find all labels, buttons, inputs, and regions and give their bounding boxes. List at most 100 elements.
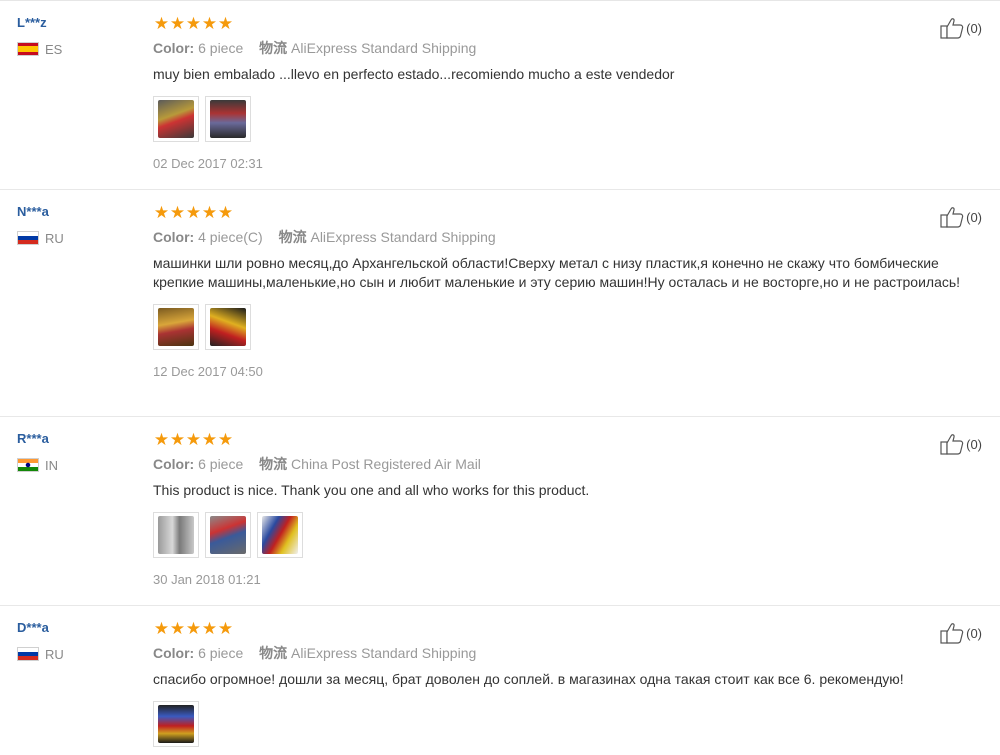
country-code: RU <box>45 646 64 662</box>
review-content: ★ ★ ★ ★ ★ Color: 6 piece 物流 China Post Regis… <box>153 431 983 588</box>
order-info: Color: 6 piece 物流 AliExpress Standard Sh… <box>153 645 983 661</box>
review-item: D***a RU ★ ★ ★ ★ ★ Color: 6 piece 物流 AliExpr… <box>0 606 1000 755</box>
star-icon: ★ <box>217 203 233 222</box>
shipping-label: 物流 <box>259 40 288 56</box>
flag-ru-icon <box>17 647 39 661</box>
star-icon: ★ <box>185 619 201 638</box>
star-icon: ★ <box>153 619 169 638</box>
review-content: ★ ★ ★ ★ ★ Color: 4 piece(C) 物流 AliExpress St… <box>153 204 983 380</box>
star-icon: ★ <box>169 619 185 638</box>
review-text: спасибо огромное! дошли за месяц, брат д… <box>153 671 904 687</box>
reviewer-name: N***a <box>17 204 49 219</box>
star-icon: ★ <box>185 14 201 33</box>
star-icon: ★ <box>153 14 169 33</box>
rating-stars: ★ ★ ★ ★ ★ <box>153 431 983 449</box>
color-label: Color: <box>153 229 195 245</box>
reviewer-info: N***a RU <box>17 204 64 246</box>
order-info: Color: 6 piece 物流 AliExpress Standard Sh… <box>153 40 983 56</box>
reviewer-country: IN <box>17 457 58 473</box>
useful-button[interactable]: (0) <box>940 622 982 644</box>
color-value: 4 piece(C) <box>198 229 263 245</box>
country-code: IN <box>45 457 58 473</box>
reviewer-country: RU <box>17 230 64 246</box>
review-list: L***z ES ★ ★ ★ ★ ★ Color: 6 piece 物流 AliExpr… <box>0 0 1000 755</box>
color-label: Color: <box>153 645 195 661</box>
flag-es-icon <box>17 42 39 56</box>
shipping-label: 物流 <box>278 229 307 245</box>
thumbs-up-icon <box>940 18 964 39</box>
review-date: 02 Dec 2017 02:31 <box>153 156 263 171</box>
review-photos <box>153 96 983 142</box>
color-label: Color: <box>153 456 195 472</box>
color-value: 6 piece <box>198 40 244 56</box>
useful-button[interactable]: (0) <box>940 17 982 39</box>
rating-stars: ★ ★ ★ ★ ★ <box>153 15 983 33</box>
review-photo-thumbnail[interactable] <box>153 512 199 558</box>
review-photo-thumbnail[interactable] <box>153 304 199 350</box>
review-content: ★ ★ ★ ★ ★ Color: 6 piece 物流 AliExpress Stand… <box>153 15 983 172</box>
useful-count: (0) <box>966 436 982 452</box>
review-text: машинки шли ровно месяц,до Архангельской… <box>153 255 961 290</box>
reviewer-country: RU <box>17 646 64 662</box>
review-photos <box>153 304 983 350</box>
useful-count: (0) <box>966 209 982 225</box>
color-label: Color: <box>153 40 195 56</box>
flag-in-icon <box>17 458 39 472</box>
reviewer-name: L***z <box>17 15 47 30</box>
reviewer-name: D***a <box>17 620 49 635</box>
star-icon: ★ <box>217 430 233 449</box>
reviewer-name: R***a <box>17 431 49 446</box>
country-code: ES <box>45 41 63 57</box>
rating-stars: ★ ★ ★ ★ ★ <box>153 620 983 638</box>
reviewer-country: ES <box>17 41 62 57</box>
star-icon: ★ <box>169 430 185 449</box>
review-item: N***a RU ★ ★ ★ ★ ★ Color: 4 piece(C) 物流 AliE… <box>0 190 1000 417</box>
useful-button[interactable]: (0) <box>940 206 982 228</box>
review-photos <box>153 512 983 558</box>
shipping-value: China Post Registered Air Mail <box>291 456 481 472</box>
review-item: R***a IN ★ ★ ★ ★ ★ Color: 6 piece 物流 China P… <box>0 417 1000 606</box>
color-value: 6 piece <box>198 456 244 472</box>
review-date: 30 Jan 2018 01:21 <box>153 572 261 587</box>
thumbs-up-icon <box>940 434 964 455</box>
shipping-label: 物流 <box>259 645 288 661</box>
country-code: RU <box>45 230 64 246</box>
review-photo-thumbnail[interactable] <box>205 304 251 350</box>
star-icon: ★ <box>217 14 233 33</box>
shipping-label: 物流 <box>259 456 288 472</box>
review-photos <box>153 701 983 747</box>
star-icon: ★ <box>201 203 217 222</box>
review-date: 12 Dec 2017 04:50 <box>153 364 263 379</box>
color-value: 6 piece <box>198 645 244 661</box>
review-photo-thumbnail[interactable] <box>205 96 251 142</box>
useful-count: (0) <box>966 20 982 36</box>
flag-ru-icon <box>17 231 39 245</box>
thumbs-up-icon <box>940 207 964 228</box>
review-photo-thumbnail[interactable] <box>153 701 199 747</box>
shipping-value: AliExpress Standard Shipping <box>291 40 477 56</box>
star-icon: ★ <box>201 14 217 33</box>
rating-stars: ★ ★ ★ ★ ★ <box>153 204 983 222</box>
shipping-value: AliExpress Standard Shipping <box>310 229 496 245</box>
useful-count: (0) <box>966 625 982 641</box>
order-info: Color: 6 piece 物流 China Post Registered … <box>153 456 983 472</box>
review-photo-thumbnail[interactable] <box>257 512 303 558</box>
star-icon: ★ <box>201 430 217 449</box>
order-info: Color: 4 piece(C) 物流 AliExpress Standard… <box>153 229 983 245</box>
star-icon: ★ <box>169 203 185 222</box>
star-icon: ★ <box>185 203 201 222</box>
useful-button[interactable]: (0) <box>940 433 982 455</box>
review-photo-thumbnail[interactable] <box>205 512 251 558</box>
star-icon: ★ <box>217 619 233 638</box>
reviewer-info: L***z ES <box>17 15 62 57</box>
reviewer-info: D***a RU <box>17 620 64 662</box>
review-text: This product is nice. Thank you one and … <box>153 482 590 498</box>
review-item: L***z ES ★ ★ ★ ★ ★ Color: 6 piece 物流 AliExpr… <box>0 1 1000 190</box>
review-content: ★ ★ ★ ★ ★ Color: 6 piece 物流 AliExpress Stand… <box>153 620 983 747</box>
review-photo-thumbnail[interactable] <box>153 96 199 142</box>
shipping-value: AliExpress Standard Shipping <box>291 645 477 661</box>
star-icon: ★ <box>185 430 201 449</box>
star-icon: ★ <box>153 430 169 449</box>
reviewer-info: R***a IN <box>17 431 58 473</box>
thumbs-up-icon <box>940 623 964 644</box>
